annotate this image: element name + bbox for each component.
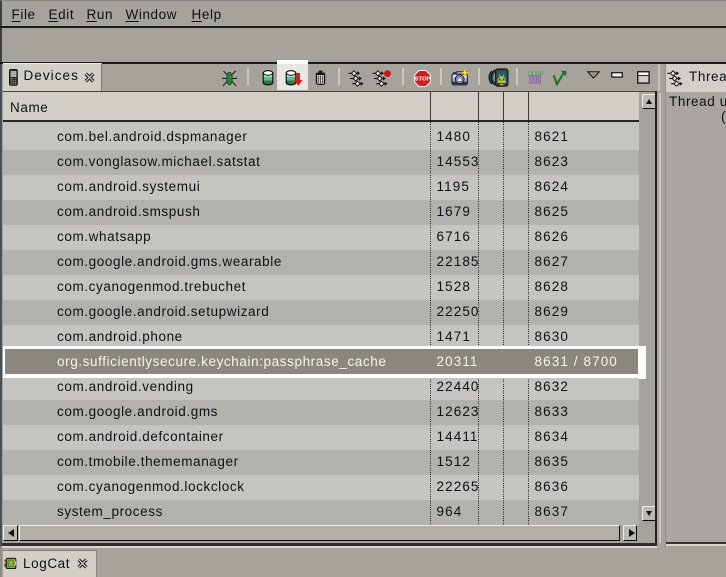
- svg-text:STOP: STOP: [415, 76, 431, 82]
